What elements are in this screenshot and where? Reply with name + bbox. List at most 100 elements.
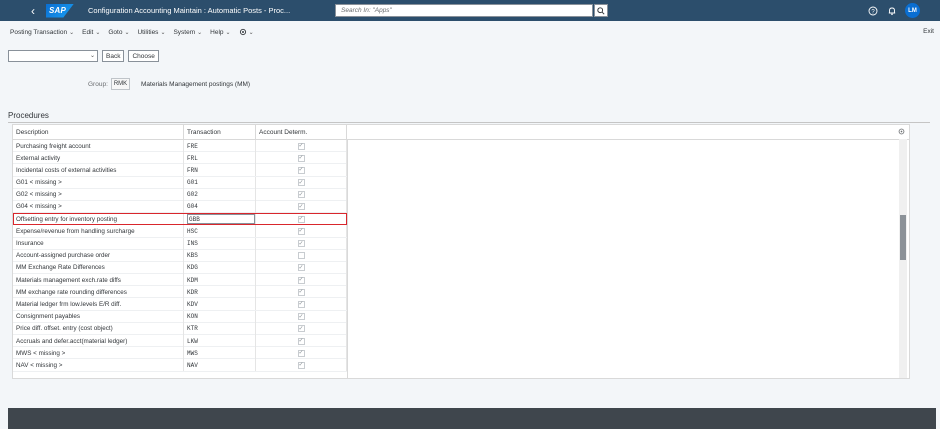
column-header-transaction[interactable]: Transaction xyxy=(184,125,256,140)
command-field-select[interactable]: ⌄ xyxy=(8,50,98,62)
cell-transaction: MWS xyxy=(184,347,256,360)
column-header-account-determ[interactable]: Account Determ. xyxy=(256,125,347,140)
cell-description: Consignment payables xyxy=(13,310,184,323)
account-determ-checkbox-checked[interactable]: ✓ xyxy=(297,203,305,211)
account-determ-checkbox-checked[interactable]: ✓ xyxy=(297,264,305,272)
table-row[interactable]: External activity FRL ✓ xyxy=(13,152,347,165)
account-determ-checkbox-checked[interactable]: ✓ xyxy=(297,191,305,199)
account-determ-checkbox-checked[interactable]: ✓ xyxy=(297,142,305,150)
cell-account-determ: ✓ xyxy=(256,310,347,323)
cell-transaction: LKW xyxy=(184,335,256,347)
table-row[interactable]: Purchasing freight account FRE ✓ xyxy=(13,140,347,153)
account-determ-checkbox-checked[interactable]: ✓ xyxy=(297,288,305,296)
table-row[interactable]: Offsetting entry for inventory posting GB… xyxy=(13,213,347,226)
cell-description: Purchasing freight account xyxy=(13,140,184,152)
table-row[interactable]: G02 < missing > G02 ✓ xyxy=(13,188,347,201)
account-determ-checkbox-checked[interactable]: ✓ xyxy=(297,276,305,284)
search-button[interactable] xyxy=(594,4,608,17)
account-determ-checkbox[interactable] xyxy=(297,252,305,260)
exit-button[interactable]: Exit xyxy=(923,28,934,35)
cell-description: Insurance xyxy=(13,237,184,250)
toolbar: ⌄ Back Choose xyxy=(8,50,159,62)
cell-account-determ: ✓ xyxy=(256,188,347,201)
menu-help[interactable]: Help ⌄ xyxy=(210,29,230,36)
table-body: Purchasing freight account FRE ✓ External a… xyxy=(13,140,347,372)
menu-goto[interactable]: Goto ⌄ xyxy=(108,29,129,36)
table-row[interactable]: Expense/revenue from handling surcharge H… xyxy=(13,225,347,238)
menu-utilities[interactable]: Utilities ⌄ xyxy=(137,29,165,36)
account-determ-checkbox-checked[interactable]: ✓ xyxy=(297,313,305,321)
table-row[interactable]: MM Exchange Rate Differences KDG ✓ xyxy=(13,261,347,275)
scrollbar-thumb[interactable] xyxy=(900,215,906,260)
cell-account-determ: ✓ xyxy=(256,140,347,152)
group-label: Group: xyxy=(88,81,108,88)
table-row[interactable]: Accruals and defer.acct(material ledger)… xyxy=(13,335,347,348)
cell-account-determ: ✓ xyxy=(256,261,347,274)
table-row[interactable]: G04 < missing > G04 ✓ xyxy=(13,200,347,214)
section-title: Procedures xyxy=(8,111,49,120)
user-avatar[interactable]: LM xyxy=(905,3,920,18)
app-title: Configuration Accounting Maintain : Auto… xyxy=(88,6,291,15)
table-row[interactable]: NAV < missing > NAV ✓ xyxy=(13,359,347,372)
cell-transaction: FRL xyxy=(184,152,256,165)
account-determ-checkbox-checked[interactable]: ✓ xyxy=(297,325,305,333)
chevron-down-icon: ⌄ xyxy=(248,29,254,36)
account-determ-checkbox-checked[interactable]: ✓ xyxy=(297,240,305,247)
table-row[interactable]: MM exchange rate rounding differences KDR… xyxy=(13,286,347,299)
table-row[interactable]: Material ledger frm low.levels E/R diff.… xyxy=(13,298,347,311)
back-button[interactable]: Back xyxy=(102,50,125,62)
account-determ-checkbox-checked[interactable]: ✓ xyxy=(297,166,305,174)
cell-account-determ: ✓ xyxy=(256,298,347,311)
menu-settings[interactable]: ⌄ xyxy=(239,28,254,36)
table-row[interactable]: MWS < missing > MWS ✓ xyxy=(13,347,347,360)
cell-transaction: KDR xyxy=(184,286,256,299)
help-icon[interactable]: ? xyxy=(867,5,878,16)
back-nav-button[interactable]: ‹ xyxy=(20,0,46,21)
account-determ-checkbox-checked[interactable]: ✓ xyxy=(297,300,305,308)
table-row[interactable]: G01 < missing > G01 ✓ xyxy=(13,176,347,189)
sap-logo[interactable]: SAP xyxy=(46,3,74,18)
table-row[interactable]: Account-assigned purchase order KBS xyxy=(13,249,347,262)
account-determ-checkbox-checked[interactable]: ✓ xyxy=(297,179,305,187)
account-determ-checkbox-checked[interactable]: ✓ xyxy=(297,349,305,357)
menu-posting-transaction[interactable]: Posting Transaction ⌄ xyxy=(10,29,74,36)
table-row[interactable]: Materials management exch.rate diffs KDM ✓ xyxy=(13,274,347,287)
cell-account-determ: ✓ xyxy=(256,237,347,250)
table-row[interactable]: Insurance INS ✓ xyxy=(13,237,347,250)
cell-transaction: INS xyxy=(184,237,256,250)
vertical-scrollbar[interactable] xyxy=(899,139,907,378)
table-settings-icon[interactable] xyxy=(898,128,905,137)
table-row[interactable]: Consignment payables KON ✓ xyxy=(13,310,347,323)
account-determ-checkbox-checked[interactable]: ✓ xyxy=(297,154,305,162)
account-determ-checkbox-checked[interactable]: ✓ xyxy=(297,361,305,369)
chevron-down-icon: ⌄ xyxy=(124,29,130,36)
cell-transaction: HSC xyxy=(184,225,256,238)
bell-icon[interactable] xyxy=(886,5,897,16)
cell-description: External activity xyxy=(13,152,184,165)
account-determ-checkbox-checked[interactable]: ✓ xyxy=(297,227,305,235)
cell-transaction: KDV xyxy=(184,298,256,311)
column-header-description[interactable]: Description xyxy=(13,125,184,140)
chevron-down-icon: ⌄ xyxy=(89,53,95,59)
cell-description: Price diff. offset. entry (cost object) xyxy=(13,322,184,335)
menu-bar: Posting Transaction ⌄ Edit ⌄ Goto ⌄ Utiliti… xyxy=(0,21,940,43)
cell-description: Accruals and defer.acct(material ledger) xyxy=(13,335,184,347)
cell-account-determ: ✓ xyxy=(256,335,347,347)
account-determ-checkbox-checked[interactable]: ✓ xyxy=(297,337,305,345)
search-input[interactable]: Search In: "Apps" xyxy=(335,4,593,17)
choose-button[interactable]: Choose xyxy=(128,50,159,62)
chevron-down-icon: ⌄ xyxy=(160,29,166,36)
menu-edit[interactable]: Edit ⌄ xyxy=(82,29,100,36)
search-icon xyxy=(597,6,605,15)
cell-description: G01 < missing > xyxy=(13,176,184,189)
table-row[interactable]: Price diff. offset. entry (cost object) K… xyxy=(13,322,347,335)
cell-description: Material ledger frm low.levels E/R diff. xyxy=(13,298,184,311)
cell-transaction: FRE xyxy=(184,140,256,152)
cell-account-determ: ✓ xyxy=(256,200,347,213)
cell-description: G04 < missing > xyxy=(13,200,184,213)
menu-system[interactable]: System ⌄ xyxy=(173,29,202,36)
table-row[interactable]: Incidental costs of external activities F… xyxy=(13,164,347,177)
transaction-input[interactable]: GBB xyxy=(187,214,255,225)
account-determ-checkbox-checked[interactable]: ✓ xyxy=(297,215,305,223)
table-empty-area xyxy=(347,140,909,378)
